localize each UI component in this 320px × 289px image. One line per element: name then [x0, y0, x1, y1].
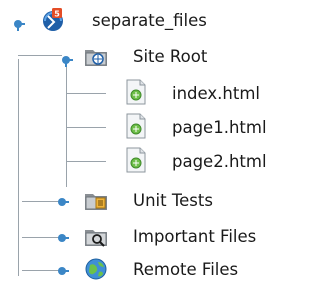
tree-node-label: page1.html — [172, 118, 267, 137]
tree-node-label: separate_files — [92, 11, 207, 30]
tree-node-label: Important Files — [133, 227, 257, 246]
globe-icon — [83, 256, 107, 280]
tree-node-file[interactable]: page2.html — [0, 145, 304, 179]
html-file-icon — [124, 113, 148, 139]
tree-node-unit-tests[interactable]: Unit Tests — [0, 184, 304, 218]
html-file-icon — [124, 147, 148, 173]
expand-handle-icon[interactable] — [59, 52, 73, 67]
collapse-handle-icon[interactable] — [55, 230, 69, 244]
tree-node-file[interactable]: index.html — [0, 77, 304, 111]
collapse-handle-icon[interactable] — [55, 263, 69, 277]
tree-node-label: Remote Files — [133, 260, 239, 279]
expand-handle-icon[interactable] — [11, 16, 25, 31]
collapse-handle-icon[interactable] — [55, 194, 69, 208]
tree-node-label: index.html — [172, 84, 260, 103]
tree-node-label: Site Root — [133, 47, 208, 66]
project-tree: 5 separate_files Site Root index.html pa… — [0, 0, 304, 289]
tree-node-file[interactable]: page1.html — [0, 111, 304, 145]
html5-project-icon: 5 — [39, 7, 63, 31]
tree-node-important-files[interactable]: Important Files — [0, 220, 304, 254]
test-folder-icon — [83, 188, 107, 212]
tree-node-project[interactable]: 5 separate_files — [0, 3, 304, 37]
folder-web-icon — [83, 44, 107, 68]
tree-node-label: page2.html — [172, 152, 267, 171]
html-file-icon — [124, 79, 148, 105]
tree-node-site-root[interactable]: Site Root — [0, 38, 304, 72]
tree-node-label: Unit Tests — [133, 191, 213, 210]
important-files-icon — [83, 224, 107, 248]
svg-text:5: 5 — [54, 10, 60, 19]
tree-node-remote-files[interactable]: Remote Files — [0, 253, 304, 287]
